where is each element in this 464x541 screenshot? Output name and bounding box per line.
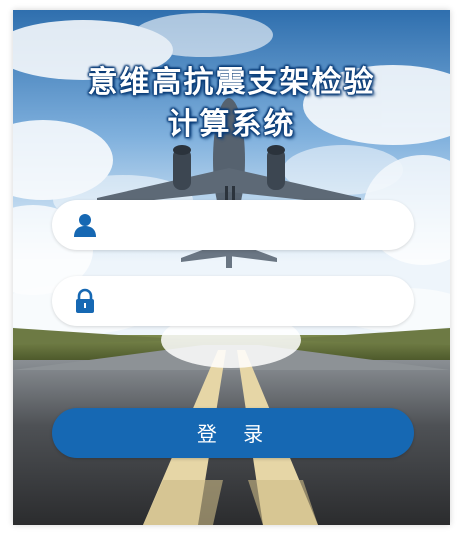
password-field[interactable] — [52, 276, 414, 326]
title-line-2: 计算系统 — [167, 107, 296, 142]
page-title: 意维高抗震支架检验 计算系统 — [13, 62, 450, 146]
title-line-1: 意维高抗震支架检验 — [87, 65, 376, 100]
login-card: 意维高抗震支架检验 计算系统 登 录 — [13, 10, 450, 525]
username-input[interactable] — [110, 208, 404, 244]
password-input[interactable] — [110, 284, 404, 320]
username-field[interactable] — [52, 200, 414, 250]
lock-icon — [72, 288, 98, 314]
login-button[interactable]: 登 录 — [52, 408, 414, 458]
user-icon — [72, 212, 98, 238]
